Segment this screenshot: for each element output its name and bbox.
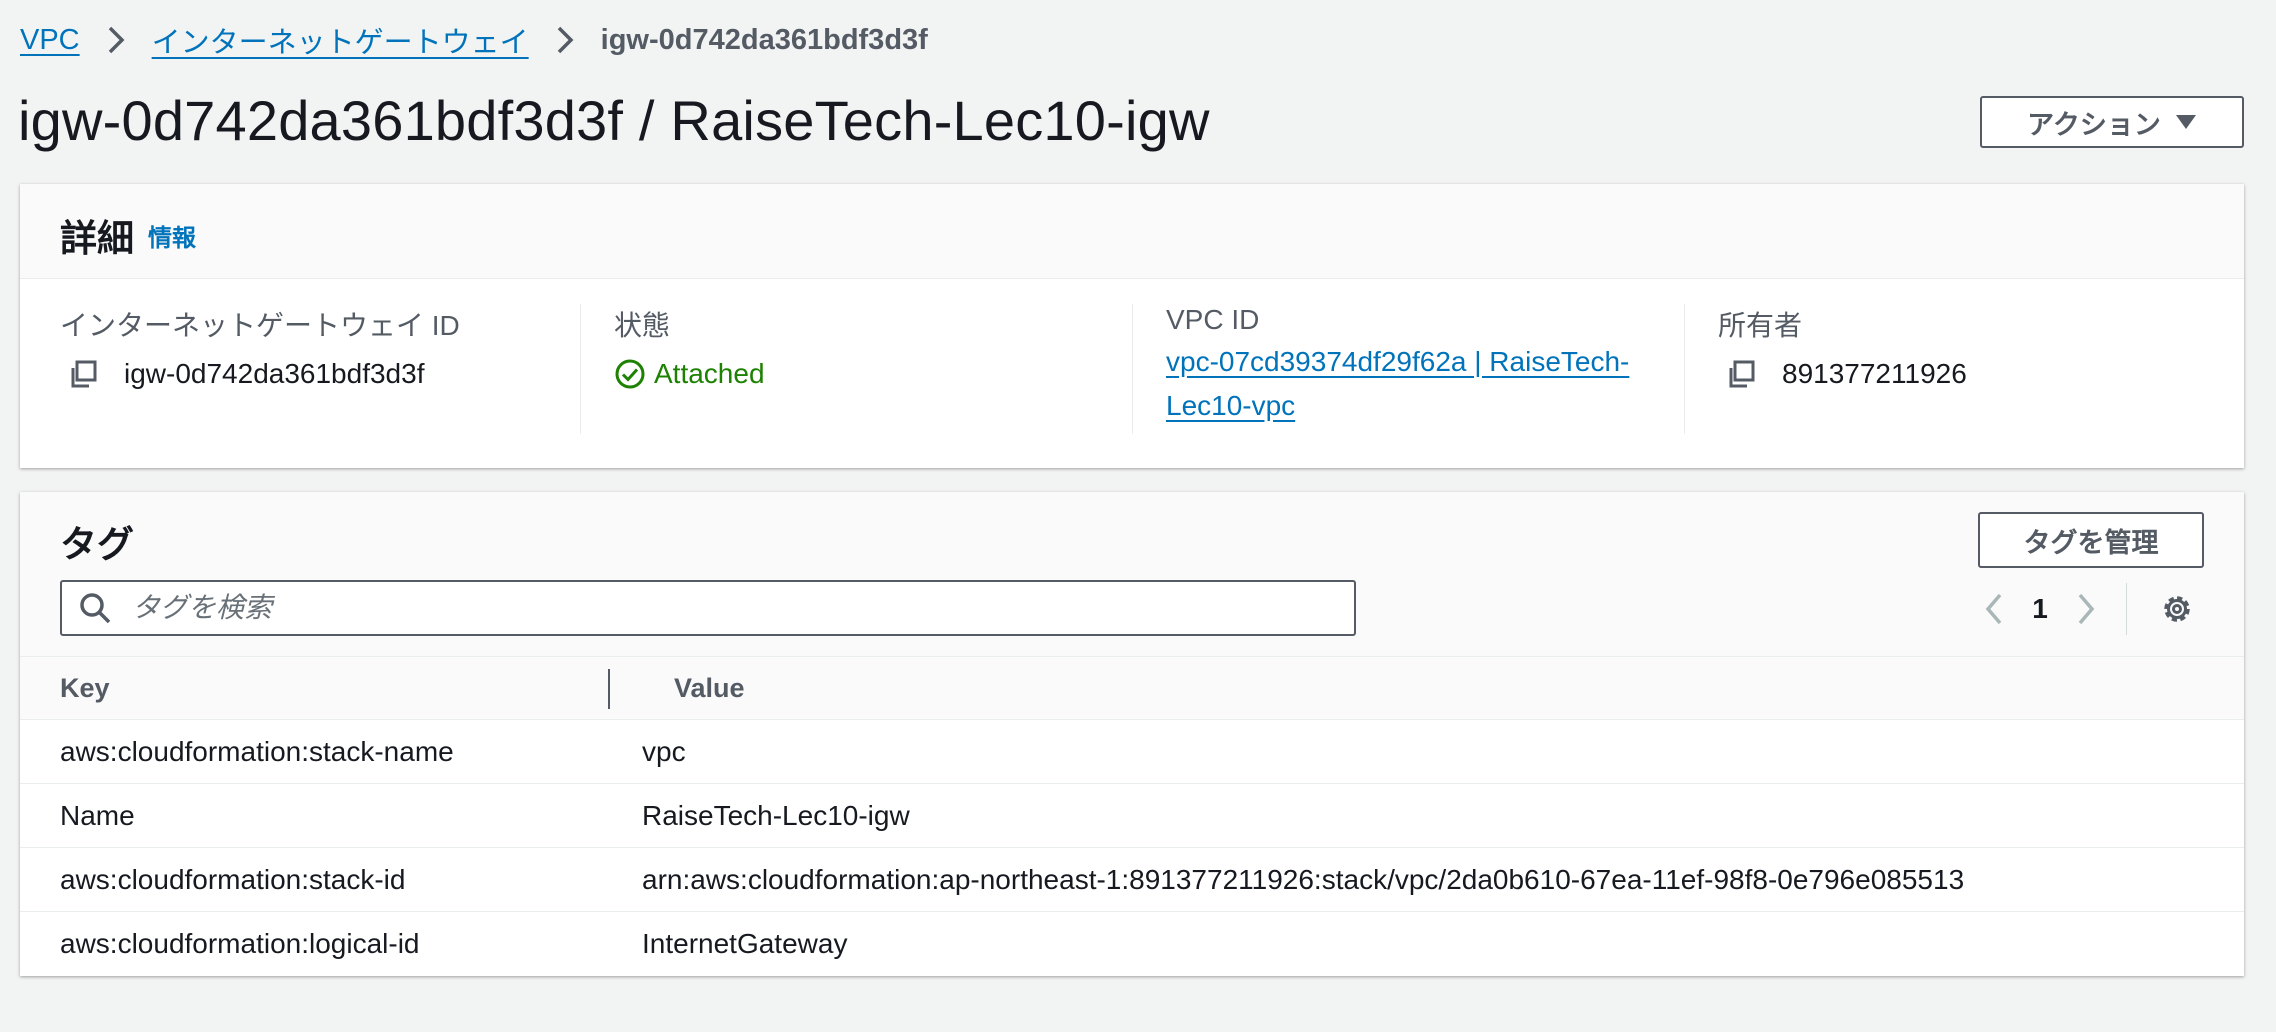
column-divider	[580, 304, 581, 434]
breadcrumb: VPC インターネットゲートウェイ igw-0d742da361bdf3d3f	[20, 18, 928, 62]
tag-value: InternetGateway	[642, 927, 848, 959]
table-row: aws:cloudformation:stack-id arn:aws:clou…	[20, 847, 2244, 912]
tag-key: aws:cloudformation:logical-id	[60, 927, 420, 959]
breadcrumb-current: igw-0d742da361bdf3d3f	[600, 23, 928, 56]
igw-id-value: igw-0d742da361bdf3d3f	[124, 358, 425, 389]
info-link[interactable]: 情報	[148, 218, 196, 253]
copy-icon[interactable]	[68, 359, 98, 389]
page-number[interactable]: 1	[2018, 593, 2062, 625]
column-divider	[1684, 304, 1685, 434]
pager-divider	[2126, 583, 2127, 635]
owner-value: 891377211926	[1782, 358, 1967, 389]
tags-header: タグ タグを管理 1	[20, 492, 2244, 656]
igw-id-field: インターネットゲートウェイ ID igw-0d742da361bdf3d3f	[60, 304, 460, 390]
vpc-id-label: VPC ID	[1166, 304, 1260, 335]
gear-icon[interactable]	[2153, 585, 2201, 633]
page-title: igw-0d742da361bdf3d3f / RaiseTech-Lec10-…	[18, 89, 1210, 152]
details-panel: 詳細 情報 インターネットゲートウェイ ID igw-0d742da361bdf…	[20, 184, 2244, 468]
tag-key: aws:cloudformation:stack-name	[20, 719, 610, 784]
tags-panel: タグ タグを管理 1	[20, 492, 2244, 976]
owner-label: 所有者	[1718, 310, 1803, 341]
details-title: 詳細	[60, 218, 134, 259]
breadcrumb-link-vpc[interactable]: VPC	[20, 24, 80, 57]
owner-field: 所有者 891377211926	[1718, 304, 1967, 390]
state-value: Attached	[654, 358, 765, 389]
state-field: 状態 Attached	[614, 304, 765, 390]
chevron-right-icon	[94, 26, 138, 54]
tag-key: Name	[20, 783, 610, 848]
chevron-right-icon	[543, 26, 587, 54]
igw-id-label: インターネットゲートウェイ ID	[60, 310, 460, 341]
column-header-key[interactable]: Key	[20, 656, 610, 720]
actions-button[interactable]: アクション	[1980, 96, 2244, 148]
tag-value: vpc	[642, 735, 686, 767]
chevron-left-icon[interactable]	[1970, 585, 2018, 633]
check-circle-icon	[615, 359, 645, 389]
table-header-row: Key Value	[20, 656, 2244, 720]
column-header-value[interactable]: Value	[610, 656, 2244, 720]
tags-title: タグ	[60, 524, 134, 565]
caret-down-icon	[2175, 115, 2196, 129]
details-header: 詳細 情報	[20, 184, 2244, 279]
table-row: Name RaiseTech-Lec10-igw	[20, 783, 2244, 848]
breadcrumb-link-internet-gateways[interactable]: インターネットゲートウェイ	[152, 19, 529, 61]
copy-icon[interactable]	[1726, 359, 1756, 389]
table-row: aws:cloudformation:stack-name vpc	[20, 719, 2244, 784]
search-icon	[80, 593, 111, 624]
column-header-value-label: Value	[674, 672, 745, 703]
tag-value: arn:aws:cloudformation:ap-northeast-1:89…	[642, 863, 1965, 895]
tag-search-box[interactable]	[60, 580, 1356, 636]
vpc-id-link[interactable]: vpc-07cd39374df29f62a | RaiseTech-Lec10-…	[1166, 340, 1686, 428]
manage-tags-button[interactable]: タグを管理	[1978, 512, 2204, 568]
tags-table: Key Value aws:cloudformation:stack-name …	[20, 656, 2244, 975]
column-divider	[1132, 304, 1133, 434]
pagination: 1	[1970, 583, 2201, 635]
chevron-right-icon[interactable]	[2062, 585, 2110, 633]
tag-key: aws:cloudformation:stack-id	[20, 847, 610, 912]
column-header-key-label: Key	[60, 672, 110, 703]
tag-value: RaiseTech-Lec10-igw	[642, 799, 910, 831]
tag-search-input[interactable]	[130, 591, 1314, 625]
actions-button-label: アクション	[2027, 109, 2161, 140]
state-label: 状態	[614, 310, 671, 341]
table-row: aws:cloudformation:logical-id InternetGa…	[20, 912, 2244, 976]
vpc-id-field: VPC ID vpc-07cd39374df29f62a | RaiseTech…	[1166, 304, 1686, 428]
